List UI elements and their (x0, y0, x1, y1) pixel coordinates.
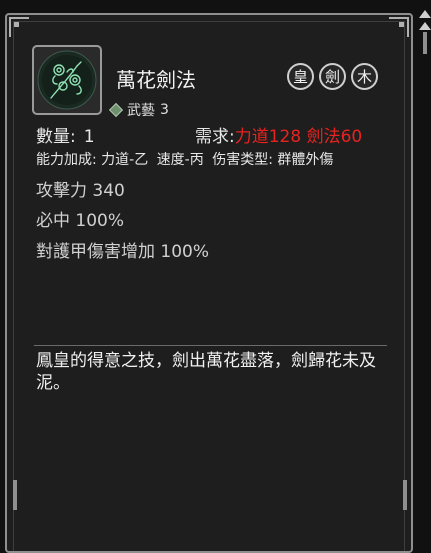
skill-category: 武藝 3 (108, 100, 169, 120)
badge-sword: 劍 (319, 63, 346, 90)
skill-icon (32, 45, 102, 115)
damage-type-value: 群體外傷 (277, 152, 334, 168)
frame-corner-top-left (9, 17, 29, 37)
stat-armor-damage: 對護甲傷害增加 100% (36, 242, 210, 262)
skill-description: 鳳皇的得意之技，劍出萬花盡落，劍歸花未及泥。 (36, 351, 376, 393)
requirement-label: 需求: (195, 127, 235, 147)
frame-side-ornament-left (13, 480, 17, 510)
quantity-value: 1 (83, 127, 95, 147)
quantity-label: 數量: (36, 127, 76, 147)
category-level: 3 (160, 102, 169, 118)
attribute-row: 能力加成: 力道-乙 速度-丙 伤害类型: 群體外傷 (36, 149, 337, 169)
quantity-row: 數量: 1 (36, 122, 95, 147)
diamond-icon (108, 102, 124, 118)
stat-attack: 攻擊力 340 (36, 181, 125, 201)
frame-corner-top-right (389, 17, 409, 37)
skill-badges: 皇 劍 木 (287, 63, 378, 90)
bonus-strength: 力道-乙 (101, 152, 149, 168)
requirement-row: 需求:力道128 劍法60 (195, 122, 362, 147)
badge-wood: 木 (351, 63, 378, 90)
bonus-speed: 速度-丙 (156, 152, 204, 168)
skill-name: 萬花劍法 (116, 68, 196, 92)
badge-emperor: 皇 (287, 63, 314, 90)
category-label: 武藝 (127, 103, 155, 119)
stat-hit-rate: 必中 100% (36, 211, 125, 231)
frame-side-ornament-right (403, 480, 407, 510)
description-divider (34, 345, 387, 346)
scroll-up-icon[interactable] (419, 10, 431, 54)
requirement-value: 力道128 劍法60 (234, 127, 363, 147)
flower-sword-icon (37, 50, 97, 110)
bonus-label: 能力加成: (36, 152, 97, 168)
damage-type-label: 伤害类型: (212, 152, 273, 168)
